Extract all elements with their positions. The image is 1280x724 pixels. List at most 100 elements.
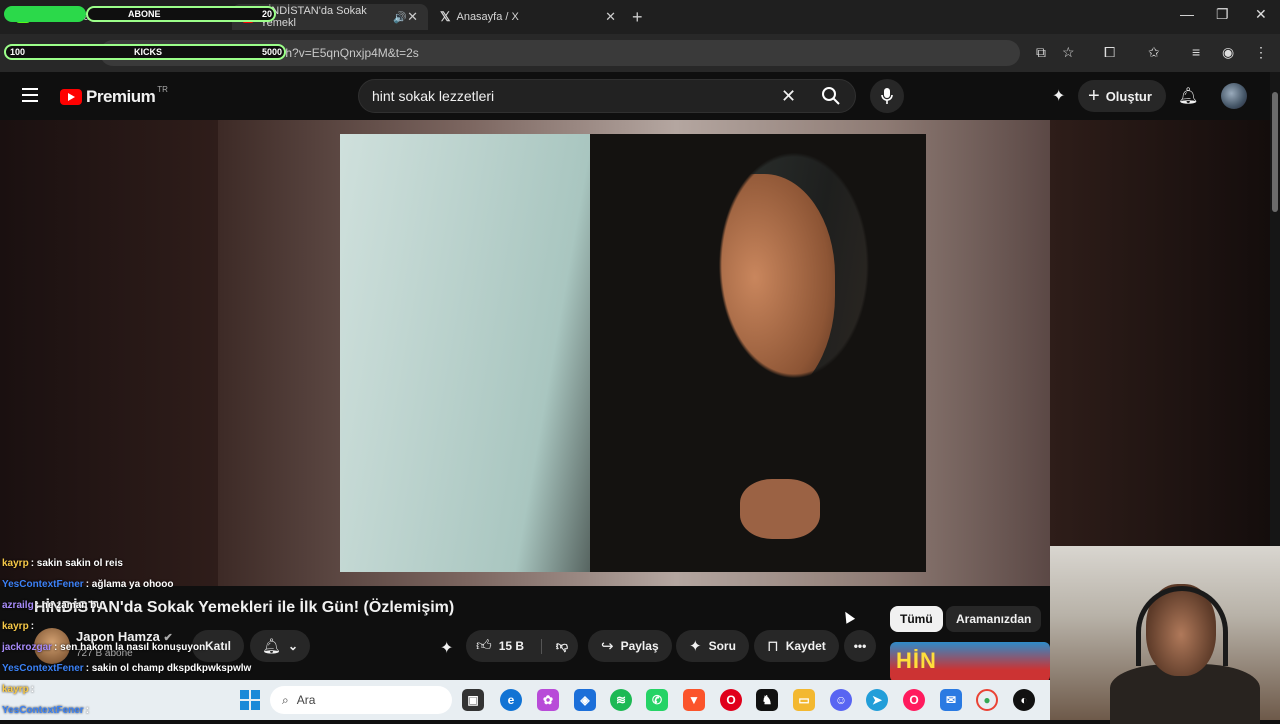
sparkle-icon[interactable]: ✦	[1052, 86, 1065, 106]
kicks-goal-bar: 100 KICKS 5000	[4, 44, 286, 60]
more-actions-button[interactable]: •••	[844, 630, 876, 662]
subscriber-goal-bar: ABONE 20	[86, 6, 276, 22]
chat-text: :	[30, 621, 35, 632]
extensions-icon[interactable]: ⧠	[1104, 44, 1115, 61]
chat-text: : sen hakom la nasıl konuşuyon	[54, 642, 206, 653]
media-control-icon[interactable]: ≡	[1192, 44, 1200, 60]
like-dislike-group: 👍︎ 15 B 👎︎	[466, 630, 578, 662]
create-button[interactable]: + Oluştur	[1078, 80, 1166, 112]
close-tab-icon[interactable]: ✕	[407, 9, 418, 25]
search-box: ✕	[358, 79, 856, 113]
file-explorer-icon[interactable]: ▭	[793, 689, 815, 711]
chat-user: kayrp	[2, 621, 29, 632]
bookmark-star-icon[interactable]: ☆	[1062, 44, 1075, 61]
taskbar-search[interactable]: ⌕ Ara	[270, 686, 452, 714]
youtube-play-icon	[60, 89, 82, 105]
bookmark-icon: ⊓	[767, 638, 779, 655]
thumbnail-text: HİN	[896, 648, 937, 673]
chat-message: kayrp:	[2, 621, 34, 632]
brave-icon[interactable]: ▼	[683, 689, 705, 711]
task-view-icon[interactable]: ▣	[462, 689, 484, 711]
account-avatar[interactable]	[1221, 83, 1247, 109]
menu-icon[interactable]: ⋮	[1254, 44, 1268, 61]
tab-x-home[interactable]: 𝕏 Anasayfa / X ✕	[430, 4, 626, 30]
voice-search-button[interactable]	[870, 79, 904, 113]
close-window-icon[interactable]: ✕	[1255, 6, 1267, 23]
search-button[interactable]	[805, 79, 857, 113]
ai-sparkle-icon[interactable]: ✦	[440, 638, 453, 658]
like-count: 15 B	[498, 639, 525, 653]
ask-label: Soru	[708, 639, 736, 653]
sparkle-icon: ✦	[689, 638, 702, 655]
clear-search-icon[interactable]: ✕	[781, 86, 796, 107]
kicks-count: 5000	[261, 47, 282, 57]
youtube-logo[interactable]: Premium TR	[60, 85, 168, 107]
minimize-icon[interactable]: —	[1180, 6, 1194, 22]
discord-icon[interactable]: ☺	[830, 689, 852, 711]
share-button[interactable]: ↪ Paylaş	[588, 630, 672, 662]
share-icon: ↪	[601, 638, 614, 655]
filter-label: Tümü	[900, 612, 933, 626]
chat-message: jackrozgar: sen hakom la nasıl konuşuyon	[2, 642, 205, 653]
copilot-icon[interactable]: ✿	[537, 689, 559, 711]
chat-text: : ağlama ya ohooo	[85, 579, 174, 590]
app-icon[interactable]: ✉	[940, 689, 962, 711]
scrollbar-thumb[interactable]	[1272, 92, 1278, 212]
video-player[interactable]	[218, 120, 1050, 586]
new-tab-icon[interactable]: +	[632, 7, 643, 28]
chrome-icon[interactable]: ●	[976, 689, 998, 711]
opera-icon[interactable]: O	[720, 689, 742, 711]
game-app-icon[interactable]: ♞	[756, 689, 778, 711]
dislike-button[interactable]: 👎︎	[540, 638, 568, 654]
mouse-cursor-icon	[840, 609, 856, 624]
chevron-down-icon: ⌄	[288, 639, 299, 653]
filter-chip-all[interactable]: Tümü	[890, 606, 943, 632]
recommended-video-thumbnail[interactable]: HİN	[890, 642, 1050, 682]
chat-message: YesContextFener: ağlama ya ohooo	[2, 579, 174, 590]
audio-playing-icon[interactable]: 🔊	[393, 11, 407, 24]
chat-user: kayrp	[2, 684, 29, 695]
spotify-icon[interactable]: ≋	[610, 689, 632, 711]
filter-chip-from-search[interactable]: Aramanızdan	[946, 606, 1042, 632]
hand-shape	[740, 479, 820, 539]
kicks-label: KICKS	[134, 47, 163, 57]
chat-user: kayrp	[2, 558, 29, 569]
windows-start-icon[interactable]	[240, 690, 260, 710]
save-button[interactable]: ⊓ Kaydet	[754, 630, 839, 662]
progress-value: 100	[10, 47, 26, 57]
restore-icon[interactable]: ❐	[1216, 6, 1229, 23]
chat-user: YesContextFener	[2, 663, 84, 674]
chat-text: :	[30, 684, 35, 695]
notifications-bell-icon[interactable]: 🔔︎	[1178, 86, 1198, 106]
chat-message: YesContextFener:	[2, 705, 89, 716]
edge-icon[interactable]: e	[500, 689, 522, 711]
close-tab-icon[interactable]: ✕	[605, 9, 616, 25]
search-icon	[822, 87, 840, 105]
install-app-icon[interactable]: ⧉	[1036, 44, 1046, 61]
headset-shape	[1136, 586, 1228, 666]
obs-icon[interactable]: ◐	[1013, 689, 1035, 711]
like-button[interactable]: 👍︎	[476, 637, 492, 655]
tab-label: Anasayfa / X	[456, 11, 519, 23]
create-label: Oluştur	[1105, 88, 1152, 104]
search-input[interactable]	[359, 88, 759, 104]
hamburger-menu-icon[interactable]	[22, 88, 38, 102]
chat-message: azrailg: ne zaman bu	[2, 600, 102, 611]
profile-icon[interactable]: ◉	[1222, 44, 1234, 61]
more-icon: •••	[853, 639, 867, 653]
opera-gx-icon[interactable]: O	[903, 689, 925, 711]
telegram-icon[interactable]: ➤	[866, 689, 888, 711]
whatsapp-icon[interactable]: ✆	[646, 689, 668, 711]
webcam-overlay	[1050, 546, 1280, 724]
search-icon: ⌕	[282, 692, 289, 707]
brand-name: Premium	[86, 87, 156, 106]
ask-button[interactable]: ✦ Soru	[676, 630, 749, 662]
chat-text: :	[85, 705, 90, 716]
store-icon[interactable]: ◈	[574, 689, 596, 711]
favorites-icon[interactable]: ✩	[1148, 44, 1160, 61]
x-logo-icon: 𝕏	[440, 9, 451, 24]
chat-message: kayrp: sakin sakin ol reis	[2, 558, 123, 569]
save-label: Kaydet	[785, 639, 826, 653]
subscribe-notifications-button[interactable]: 🔔︎ ⌄	[250, 630, 311, 662]
bell-icon: 🔔︎	[262, 638, 282, 655]
